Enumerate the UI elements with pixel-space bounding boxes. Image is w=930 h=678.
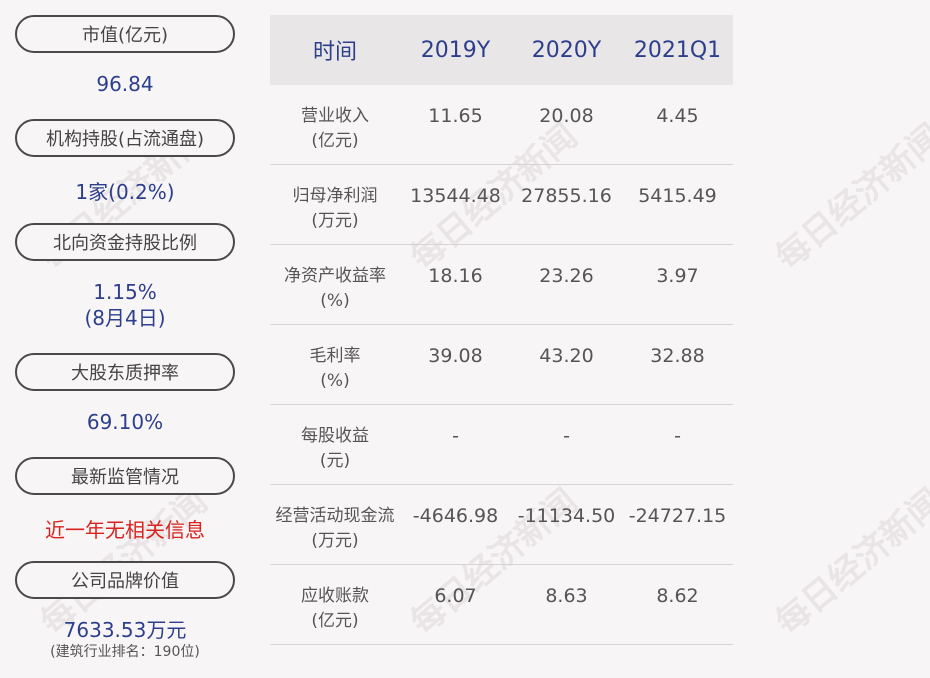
- institution-holding-value: 1家(0.2%): [75, 180, 175, 204]
- watermark: 每日经济新闻: [768, 481, 930, 644]
- cell: -11134.50: [517, 505, 616, 527]
- cell: 4.45: [656, 105, 699, 127]
- table-row: 经营活动现金流 (万元) -4646.98 -11134.50 -24727.15: [270, 485, 733, 565]
- cell: 43.20: [539, 345, 594, 367]
- cell: 27855.16: [521, 185, 612, 207]
- regulation-value: 近一年无相关信息: [45, 518, 205, 542]
- row-label: 归母净利润 (万元): [292, 186, 378, 231]
- cell: -4646.98: [412, 505, 499, 527]
- cell: 23.26: [539, 265, 594, 287]
- northbound-ratio-value: 1.15% (8月4日): [15, 279, 235, 331]
- header-2020y: 2020Y: [531, 37, 602, 63]
- row-label: 每股收益 (元): [301, 426, 369, 471]
- cell: 11.65: [428, 105, 483, 127]
- cell: 18.16: [428, 265, 483, 287]
- northbound-ratio-label: 北向资金持股比例: [15, 223, 235, 261]
- row-label: 应收账款 (亿元): [301, 586, 369, 631]
- cell: 8.62: [656, 585, 699, 607]
- cell: -: [563, 425, 570, 447]
- header-2021q1: 2021Q1: [633, 37, 722, 63]
- cell: -24727.15: [628, 505, 727, 527]
- cell: 6.07: [434, 585, 477, 607]
- row-label: 经营活动现金流 (万元): [275, 506, 395, 551]
- cell: 5415.49: [638, 185, 717, 207]
- cell: 20.08: [539, 105, 594, 127]
- cell: 13544.48: [410, 185, 501, 207]
- table-header: 时间 2019Y 2020Y 2021Q1: [270, 15, 733, 85]
- row-label: 营业收入 (亿元): [301, 106, 369, 151]
- table-row: 净资产收益率 (%) 18.16 23.26 3.97: [270, 245, 733, 325]
- brand-rank-note: (建筑行业排名：190位): [50, 644, 200, 660]
- watermark: 每日经济新闻: [768, 116, 930, 279]
- pledge-ratio-value: 69.10%: [86, 410, 164, 434]
- cell: 39.08: [428, 345, 483, 367]
- cell: 8.63: [545, 585, 588, 607]
- brand-value-block: 7633.53万元 (建筑行业排名：190位): [15, 617, 235, 661]
- northbound-ratio-date: (8月4日): [84, 306, 166, 330]
- cell: -: [674, 425, 681, 447]
- row-label: 毛利率 (%): [309, 346, 361, 391]
- table-row: 营业收入 (亿元) 11.65 20.08 4.45: [270, 85, 733, 165]
- pledge-ratio-label: 大股东质押率: [15, 353, 235, 391]
- table-row: 应收账款 (亿元) 6.07 8.63 8.62: [270, 565, 733, 645]
- brand-value-label: 公司品牌价值: [15, 561, 235, 599]
- header-2019y: 2019Y: [420, 37, 491, 63]
- table-row: 每股收益 (元) - - -: [270, 405, 733, 485]
- cell: 3.97: [656, 265, 699, 287]
- table-row: 归母净利润 (万元) 13544.48 27855.16 5415.49: [270, 165, 733, 245]
- table-row: 毛利率 (%) 39.08 43.20 32.88: [270, 325, 733, 405]
- regulation-label: 最新监管情况: [15, 457, 235, 495]
- cell: -: [452, 425, 459, 447]
- header-period: 时间: [312, 40, 357, 65]
- brand-value: 7633.53万元: [63, 618, 187, 642]
- market-cap-value: 96.84: [96, 72, 154, 96]
- cell: 32.88: [650, 345, 705, 367]
- row-label: 净资产收益率 (%): [284, 266, 386, 311]
- institution-holding-label: 机构持股(占流通盘): [15, 119, 235, 157]
- market-cap-label: 市值(亿元): [15, 15, 235, 53]
- northbound-ratio-percent: 1.15%: [93, 280, 157, 304]
- financial-table: 时间 2019Y 2020Y 2021Q1 营业收入 (亿元) 11.65 20.…: [270, 15, 733, 645]
